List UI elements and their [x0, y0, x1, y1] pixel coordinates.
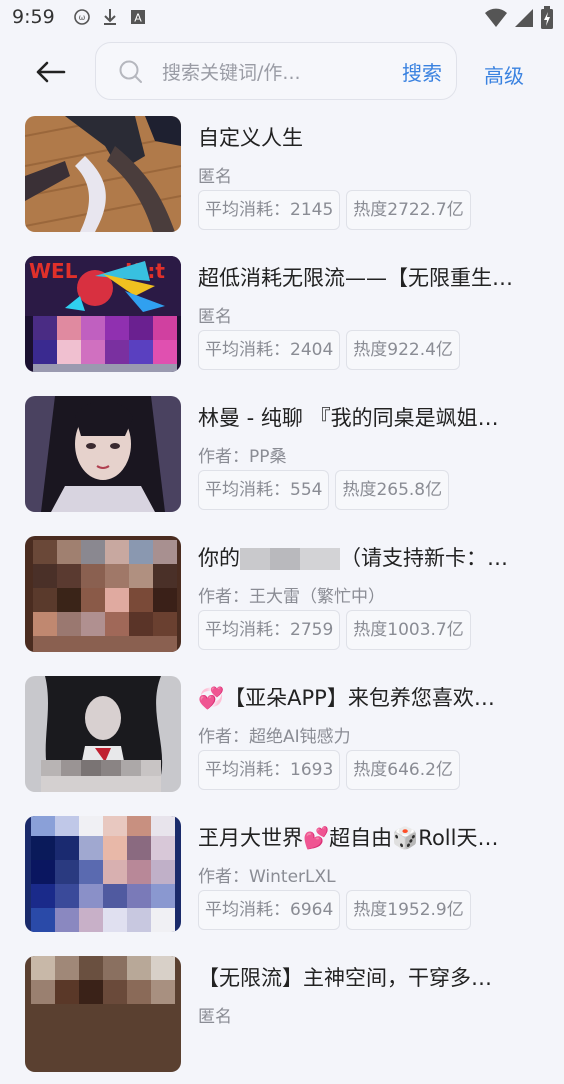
list-item[interactable]: 你的 （请支持新卡：… 作者：王大雷（繁忙中） 平均消耗：2759 热度1003.… [0, 536, 564, 664]
popularity-badge: 热度646.2亿 [346, 750, 460, 790]
svg-text:WEL: WEL [29, 259, 78, 283]
list-item[interactable]: 自定义人生 匿名 平均消耗：2145 热度2722.7亿 [0, 116, 564, 244]
avg-cost-badge: 平均消耗：2404 [198, 330, 341, 370]
item-title: 林曼 - 纯聊 『我的同桌是飒姐… [198, 406, 499, 430]
wifi-icon [484, 7, 508, 33]
signal-icon [514, 7, 534, 33]
item-author: 作者：王大雷（繁忙中） [198, 587, 385, 607]
search-input[interactable] [160, 53, 394, 93]
avg-cost-badge: 平均消耗：2145 [198, 190, 341, 230]
list-item[interactable]: 林曼 - 纯聊 『我的同桌是飒姐… 作者：PP桑 平均消耗：554 热度265.… [0, 396, 564, 524]
list-item[interactable]: 玊月大世界💕超自由🎲Roll天… 作者：WinterLXL 平均消耗：6964 … [0, 816, 564, 944]
item-title: 自定义人生 [198, 126, 303, 150]
item-author: 作者：超绝AI钝感力 [198, 727, 351, 747]
item-author: 匿名 [198, 307, 232, 327]
text-icon: A [130, 9, 146, 29]
search-header: 搜索 高级 [0, 42, 564, 104]
svg-text:ω: ω [79, 13, 86, 22]
redacted-text [240, 548, 340, 570]
popularity-badge: 热度1003.7亿 [346, 610, 471, 650]
advanced-search-button[interactable]: 高级 [484, 60, 524, 89]
avg-cost-badge: 平均消耗：554 [198, 470, 330, 510]
item-author: 作者：PP桑 [198, 447, 287, 467]
popularity-badge: 热度2722.7亿 [346, 190, 471, 230]
thumbnail-image [25, 396, 181, 512]
item-author: 匿名 [198, 167, 232, 187]
avg-cost-badge: 平均消耗：1693 [198, 750, 341, 790]
item-title: 你的 （请支持新卡：… [198, 546, 508, 570]
item-author: 作者：WinterLXL [198, 867, 336, 887]
item-title: 【无限流】主神空间，干穿多… [198, 966, 492, 990]
search-box: 搜索 [95, 42, 457, 100]
thumbnail-image [25, 536, 181, 652]
popularity-badge: 热度265.8亿 [335, 470, 450, 510]
list-item[interactable]: WEL Kl:t 超低消耗无限流——【无限重生… 匿名 平均消耗：2404 热度… [0, 256, 564, 384]
list-item[interactable]: 【无限流】主神空间，干穿多… 匿名 [0, 956, 564, 1084]
thumbnail-image [25, 676, 181, 792]
back-button[interactable] [28, 52, 72, 92]
thumbnail-image [25, 816, 181, 932]
arrow-left-icon [36, 61, 66, 83]
item-title: 超低消耗无限流——【无限重生… [198, 266, 513, 290]
status-bar: 9:59 ω A [0, 0, 564, 36]
battery-icon [540, 6, 554, 34]
list-item[interactable]: 💞【亚朵APP】来包养您喜欢… 作者：超绝AI钝感力 平均消耗：1693 热度6… [0, 676, 564, 804]
avg-cost-badge: 平均消耗：2759 [198, 610, 341, 650]
item-title: 玊月大世界💕超自由🎲Roll天… [198, 826, 499, 850]
status-time: 9:59 [12, 6, 55, 28]
search-button[interactable]: 搜索 [402, 57, 442, 86]
app-icon: ω [74, 9, 90, 29]
item-author: 匿名 [198, 1007, 232, 1027]
avg-cost-badge: 平均消耗：6964 [198, 890, 341, 930]
popularity-badge: 热度922.4亿 [346, 330, 460, 370]
thumbnail-image [25, 956, 181, 1072]
item-title: 💞【亚朵APP】来包养您喜欢… [198, 686, 495, 710]
svg-text:A: A [134, 12, 142, 25]
download-icon [102, 8, 118, 30]
search-icon [118, 59, 144, 89]
popularity-badge: 热度1952.9亿 [346, 890, 471, 930]
thumbnail-image: WEL Kl:t [25, 256, 181, 372]
thumbnail-image [25, 116, 181, 232]
